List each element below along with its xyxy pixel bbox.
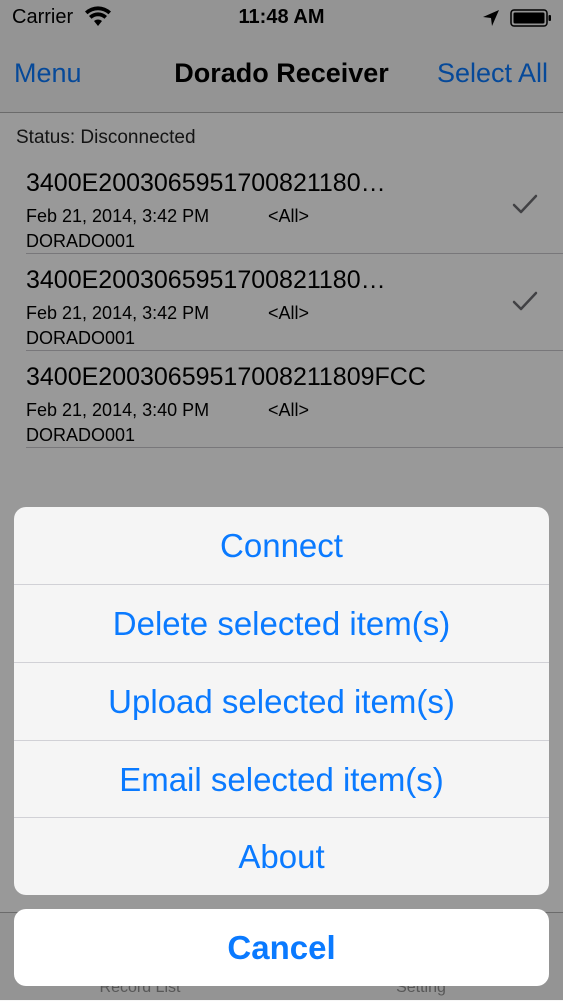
upload-selected-button[interactable]: Upload selected item(s) (14, 663, 549, 740)
email-selected-button[interactable]: Email selected item(s) (14, 741, 549, 818)
delete-selected-button[interactable]: Delete selected item(s) (14, 585, 549, 662)
about-button[interactable]: About (14, 818, 549, 895)
connect-button[interactable]: Connect (14, 507, 549, 584)
action-sheet: Connect Delete selected item(s) Upload s… (14, 507, 549, 895)
cancel-button[interactable]: Cancel (14, 909, 549, 986)
